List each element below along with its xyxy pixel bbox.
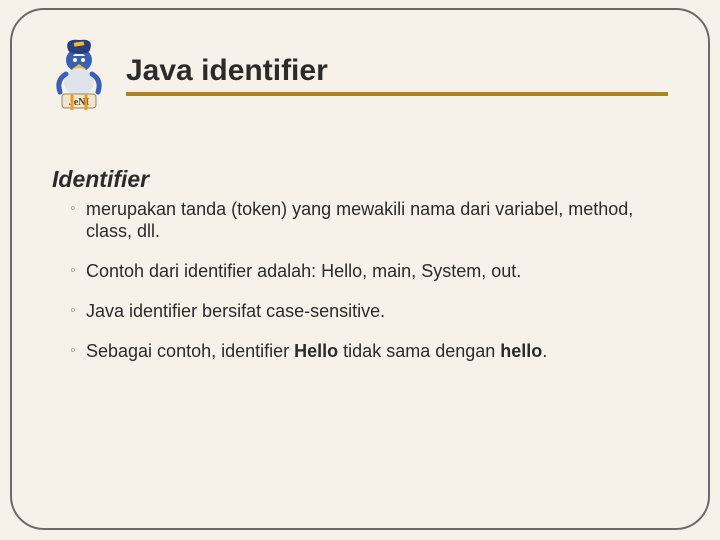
section-heading: Identifier [52, 166, 660, 193]
title-block: Java identifier [126, 54, 660, 96]
list-item: Java identifier bersifat case-sensitive. [70, 301, 640, 323]
list-item: Contoh dari identifier adalah: Hello, ma… [70, 261, 640, 283]
title-underline [126, 92, 668, 96]
list-item: Sebagai contoh, identifier Hello tidak s… [70, 341, 640, 363]
jeni-logo-icon: JeNI [46, 38, 112, 112]
slide-frame: JeNI Java identifier Identifier merupaka… [10, 8, 710, 530]
list-item: merupakan tanda (token) yang mewakili na… [70, 199, 640, 243]
bullet-list: merupakan tanda (token) yang mewakili na… [70, 199, 660, 363]
slide-title: Java identifier [126, 54, 660, 88]
slide-header: JeNI Java identifier [46, 38, 660, 112]
